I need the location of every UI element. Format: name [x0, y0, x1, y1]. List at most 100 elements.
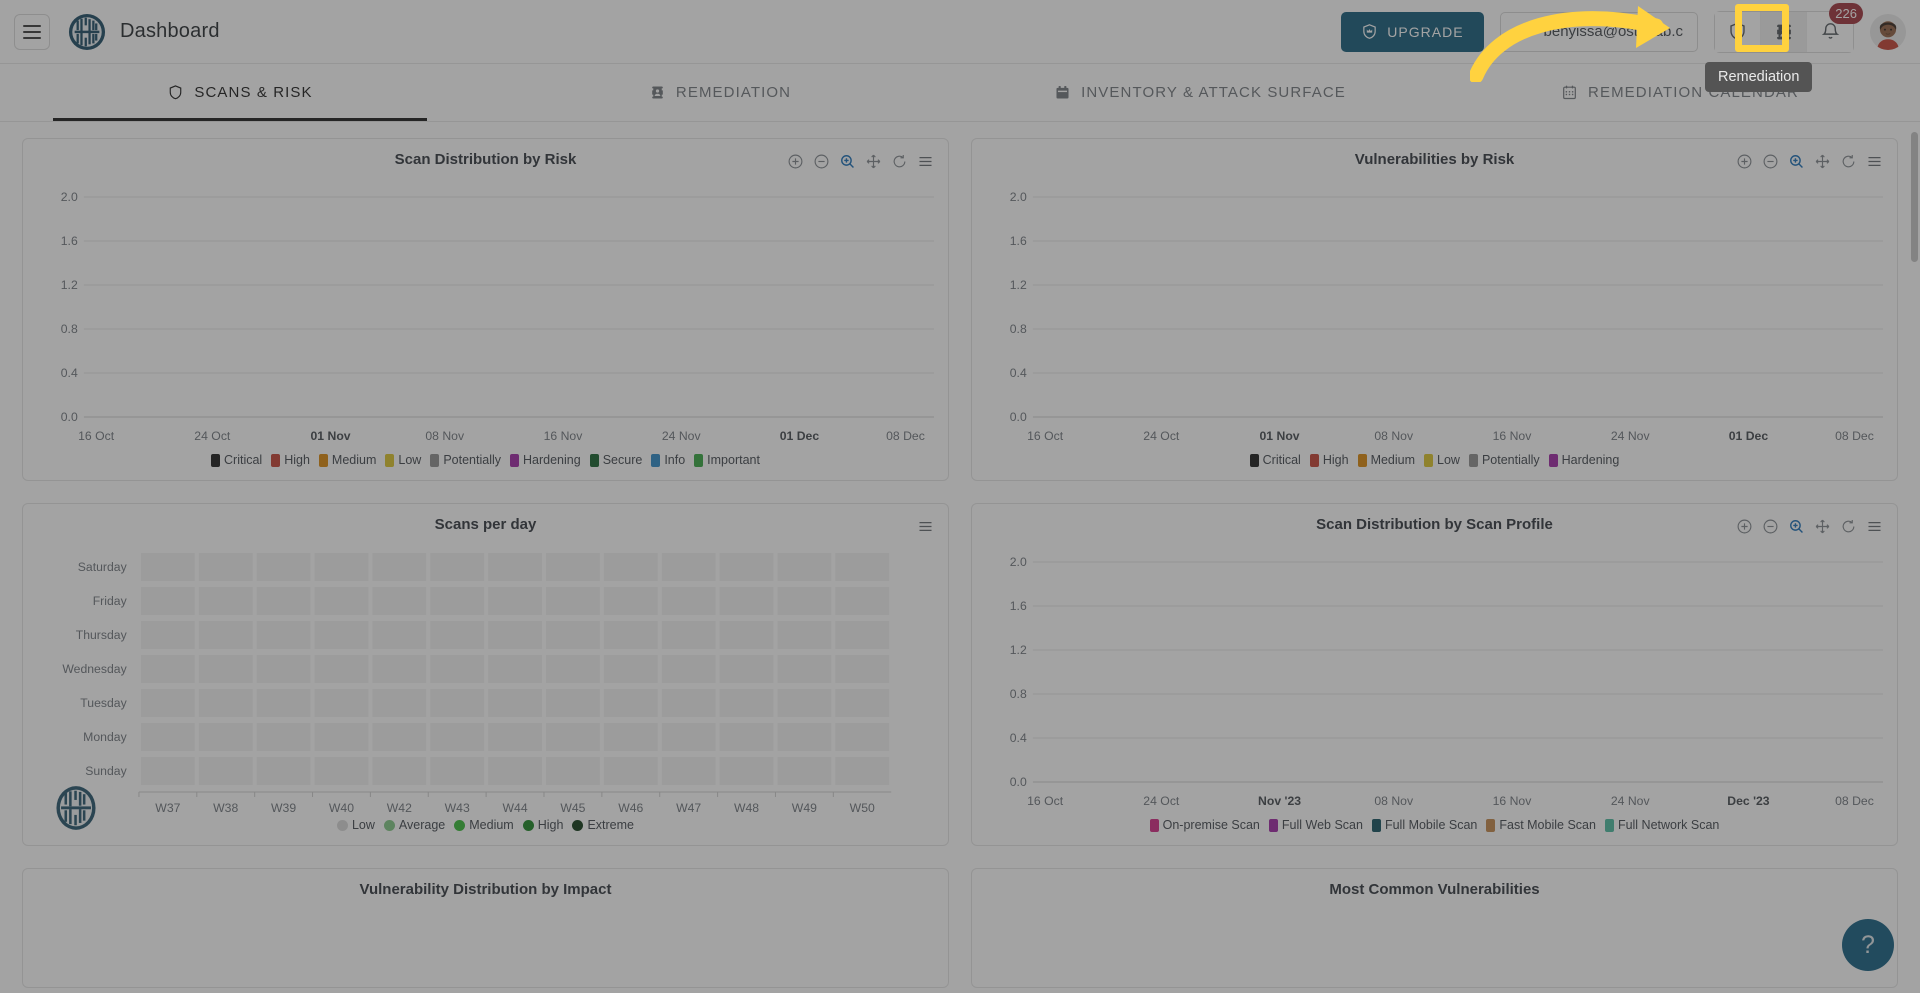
heatmap-cell[interactable] [661, 654, 717, 684]
heatmap-cell[interactable] [429, 756, 485, 786]
heatmap-cell[interactable] [429, 654, 485, 684]
zoom-in-icon[interactable] [787, 153, 804, 170]
heatmap-cell[interactable] [314, 688, 370, 718]
heatmap-cell[interactable] [834, 586, 890, 616]
heatmap-cell[interactable] [776, 586, 832, 616]
heatmap-cell[interactable] [834, 722, 890, 752]
reset-zoom-icon[interactable] [1840, 153, 1857, 170]
heatmap-plot-area[interactable]: SaturdayFridayThursdayWednesdayTuesdayMo… [23, 538, 948, 814]
heatmap-cell[interactable] [198, 756, 254, 786]
panning-icon[interactable] [865, 153, 882, 170]
heatmap-cell[interactable] [256, 756, 312, 786]
legend-item[interactable]: Low [337, 818, 375, 832]
legend-item[interactable]: Full Network Scan [1605, 818, 1719, 832]
heatmap-cell[interactable] [140, 722, 196, 752]
heatmap-cell[interactable] [661, 620, 717, 650]
chart-plot-area[interactable]: 2.0 1.6 1.2 0.8 0.4 0.0 16 Oct 24 Oct 01… [23, 173, 948, 449]
legend-item[interactable]: Hardening [1549, 453, 1620, 467]
heatmap-cell[interactable] [487, 620, 543, 650]
legend-item[interactable]: Medium [454, 818, 513, 832]
zoom-in-icon[interactable] [1736, 518, 1753, 535]
heatmap-cell[interactable] [256, 722, 312, 752]
legend-item[interactable]: Critical [211, 453, 262, 467]
selection-zoom-icon[interactable] [839, 153, 856, 170]
heatmap-cell[interactable] [314, 620, 370, 650]
reset-zoom-icon[interactable] [1840, 518, 1857, 535]
heatmap-cell[interactable] [371, 688, 427, 718]
heatmap-cell[interactable] [429, 722, 485, 752]
heatmap-cell[interactable] [487, 722, 543, 752]
legend-item[interactable]: Extreme [572, 818, 634, 832]
legend-item[interactable]: High [523, 818, 564, 832]
remediation-icon-button[interactable] [1761, 12, 1807, 52]
heatmap-cell[interactable] [487, 552, 543, 582]
heatmap-cell[interactable] [371, 586, 427, 616]
legend-item[interactable]: Important [694, 453, 760, 467]
heatmap-cell[interactable] [661, 756, 717, 786]
legend-item[interactable]: Low [1424, 453, 1460, 467]
heatmap-cell[interactable] [776, 722, 832, 752]
heatmap-cell[interactable] [371, 654, 427, 684]
heatmap-cell[interactable] [198, 654, 254, 684]
heatmap-cell[interactable] [545, 552, 601, 582]
tab-scans-and-risk[interactable]: SCANS & RISK [0, 64, 480, 121]
chart-plot-area[interactable]: 2.0 1.6 1.2 0.8 0.4 0.0 16 Oct 24 Oct 01… [972, 173, 1897, 449]
heatmap-cell[interactable] [545, 688, 601, 718]
heatmap-cell[interactable] [371, 552, 427, 582]
heatmap-cell[interactable] [719, 552, 775, 582]
legend-item[interactable]: Full Web Scan [1269, 818, 1363, 832]
heatmap-cell[interactable] [198, 722, 254, 752]
heatmap-cell[interactable] [776, 756, 832, 786]
heatmap-cell[interactable] [719, 654, 775, 684]
heatmap-cell[interactable] [834, 688, 890, 718]
heatmap-cell[interactable] [661, 722, 717, 752]
heatmap-cell[interactable] [603, 552, 659, 582]
heatmap-cell[interactable] [776, 552, 832, 582]
heatmap-cell[interactable] [140, 552, 196, 582]
menu-icon[interactable] [917, 518, 934, 535]
legend-item[interactable]: Fast Mobile Scan [1486, 818, 1596, 832]
legend-item[interactable]: High [271, 453, 310, 467]
heatmap-cell[interactable] [545, 756, 601, 786]
legend-item[interactable]: Average [384, 818, 445, 832]
scrollbar-thumb[interactable] [1911, 132, 1918, 262]
legend-item[interactable]: Critical [1250, 453, 1301, 467]
heatmap-cell[interactable] [314, 552, 370, 582]
heatmap-cell[interactable] [719, 620, 775, 650]
heatmap-cell[interactable] [834, 620, 890, 650]
heatmap-cell[interactable] [776, 654, 832, 684]
legend-item[interactable]: Info [651, 453, 685, 467]
heatmap-cell[interactable] [661, 688, 717, 718]
zoom-in-icon[interactable] [1736, 153, 1753, 170]
heatmap-cell[interactable] [603, 654, 659, 684]
selection-zoom-icon[interactable] [1788, 518, 1805, 535]
legend-item[interactable]: Full Mobile Scan [1372, 818, 1477, 832]
zoom-out-icon[interactable] [1762, 153, 1779, 170]
heatmap-cell[interactable] [487, 586, 543, 616]
zoom-out-icon[interactable] [1762, 518, 1779, 535]
menu-icon[interactable] [917, 153, 934, 170]
heatmap-cell[interactable] [256, 586, 312, 616]
heatmap-cell[interactable] [256, 688, 312, 718]
legend-item[interactable]: Medium [319, 453, 376, 467]
heatmap-cell[interactable] [140, 586, 196, 616]
chart-plot-area[interactable]: 2.0 1.6 1.2 0.8 0.4 0.0 16 Oct 24 Oct No… [972, 538, 1897, 814]
legend-item[interactable]: Secure [590, 453, 643, 467]
heatmap-cell[interactable] [140, 688, 196, 718]
hamburger-icon[interactable] [14, 14, 50, 50]
heatmap-cell[interactable] [719, 688, 775, 718]
upgrade-button[interactable]: UPGRADE [1341, 12, 1483, 52]
tab-remediation-calendar[interactable]: REMEDIATION CALENDAR [1440, 64, 1920, 121]
heatmap-cell[interactable] [140, 620, 196, 650]
heatmap-cell[interactable] [545, 620, 601, 650]
heatmap-cell[interactable] [256, 552, 312, 582]
heatmap-cell[interactable] [776, 688, 832, 718]
legend-item[interactable]: Medium [1358, 453, 1415, 467]
heatmap-cell[interactable] [198, 620, 254, 650]
heatmap-cell[interactable] [314, 586, 370, 616]
heatmap-cell[interactable] [429, 688, 485, 718]
legend-item[interactable]: Potentially [1469, 453, 1540, 467]
heatmap-cell[interactable] [834, 552, 890, 582]
heatmap-cell[interactable] [661, 586, 717, 616]
heatmap-cell[interactable] [487, 654, 543, 684]
